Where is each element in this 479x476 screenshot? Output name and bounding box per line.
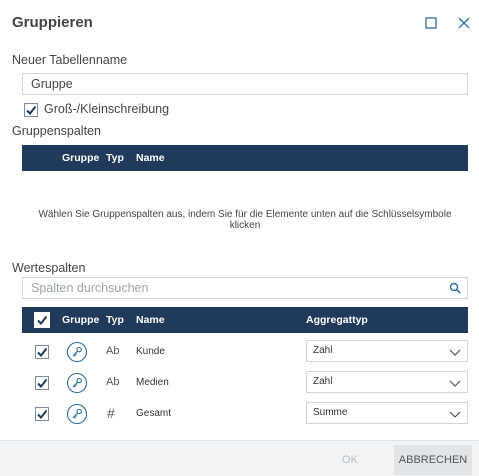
table-name-label: Neuer Tabellenname	[12, 53, 128, 67]
row-type: Ab	[106, 345, 120, 357]
aggregate-select[interactable]: Zahl	[306, 371, 468, 393]
key-icon[interactable]	[66, 341, 88, 363]
maximize-button[interactable]	[420, 12, 442, 34]
header-name: Name	[136, 314, 165, 326]
group-columns-list: Wählen Sie Gruppenspalten aus, indem Sie…	[22, 172, 468, 250]
ok-button[interactable]: OK	[312, 445, 388, 475]
case-sensitive-checkbox[interactable]	[24, 103, 38, 117]
aggregate-value: Zahl	[313, 345, 333, 356]
chevron-down-icon	[449, 380, 461, 387]
value-columns-label: Wertespalten	[12, 261, 86, 275]
table-row: Ab Kunde Zahl	[22, 338, 468, 366]
row-type: #	[107, 405, 115, 421]
checkmark-icon	[37, 409, 48, 420]
header-group: Gruppe	[62, 152, 100, 164]
row-name: Kunde	[136, 346, 165, 357]
header-name: Name	[136, 152, 165, 164]
header-type: Typ	[106, 314, 124, 326]
title-bar: Gruppieren	[0, 0, 479, 44]
group-columns-label: Gruppenspalten	[12, 124, 101, 138]
aggregate-select[interactable]: Summe	[306, 402, 468, 424]
aggregate-select[interactable]: Zahl	[306, 340, 468, 362]
key-icon[interactable]	[66, 372, 88, 394]
close-icon	[458, 17, 470, 29]
close-button[interactable]	[453, 12, 475, 34]
checkmark-icon	[37, 347, 48, 358]
row-name: Gesamt	[136, 408, 172, 419]
value-columns-header: Gruppe Typ Name Aggregattyp	[22, 307, 468, 333]
chevron-down-icon	[449, 349, 461, 356]
dialog-title: Gruppieren	[12, 14, 93, 31]
aggregate-value: Summe	[313, 407, 348, 418]
checkmark-icon	[37, 378, 48, 389]
empty-message: Wählen Sie Gruppenspalten aus, indem Sie…	[38, 209, 452, 231]
column-search-input[interactable]: Spalten durchsuchen	[22, 277, 468, 299]
aggregate-value: Zahl	[313, 376, 333, 387]
row-checkbox[interactable]	[35, 345, 49, 359]
row-checkbox[interactable]	[35, 376, 49, 390]
table-name-input[interactable]: Gruppe	[22, 73, 468, 95]
search-placeholder: Spalten durchsuchen	[31, 281, 149, 295]
maximize-icon	[425, 17, 437, 29]
checkmark-icon	[37, 315, 48, 326]
case-sensitive-label: Groß-/Kleinschreibung	[44, 102, 170, 116]
chevron-down-icon	[449, 411, 461, 418]
header-aggregate: Aggregattyp	[306, 314, 368, 326]
table-row: # Gesamt Summe	[22, 400, 468, 428]
cancel-button[interactable]: ABBRECHEN	[394, 445, 472, 475]
row-checkbox[interactable]	[35, 407, 49, 421]
row-type: Ab	[106, 376, 120, 388]
table-row: Ab Medien Zahl	[22, 369, 468, 397]
select-all-checkbox[interactable]	[34, 312, 50, 328]
search-icon	[449, 282, 461, 294]
group-dialog: Gruppieren Neuer Tabellenname Gruppe Gro…	[0, 0, 479, 476]
key-icon[interactable]	[66, 403, 88, 425]
header-group: Gruppe	[62, 314, 100, 326]
header-type: Typ	[106, 152, 124, 164]
checkmark-icon	[26, 105, 37, 116]
row-name: Medien	[136, 377, 169, 388]
footer-divider	[0, 440, 479, 441]
group-columns-header: Gruppe Typ Name	[22, 145, 468, 171]
